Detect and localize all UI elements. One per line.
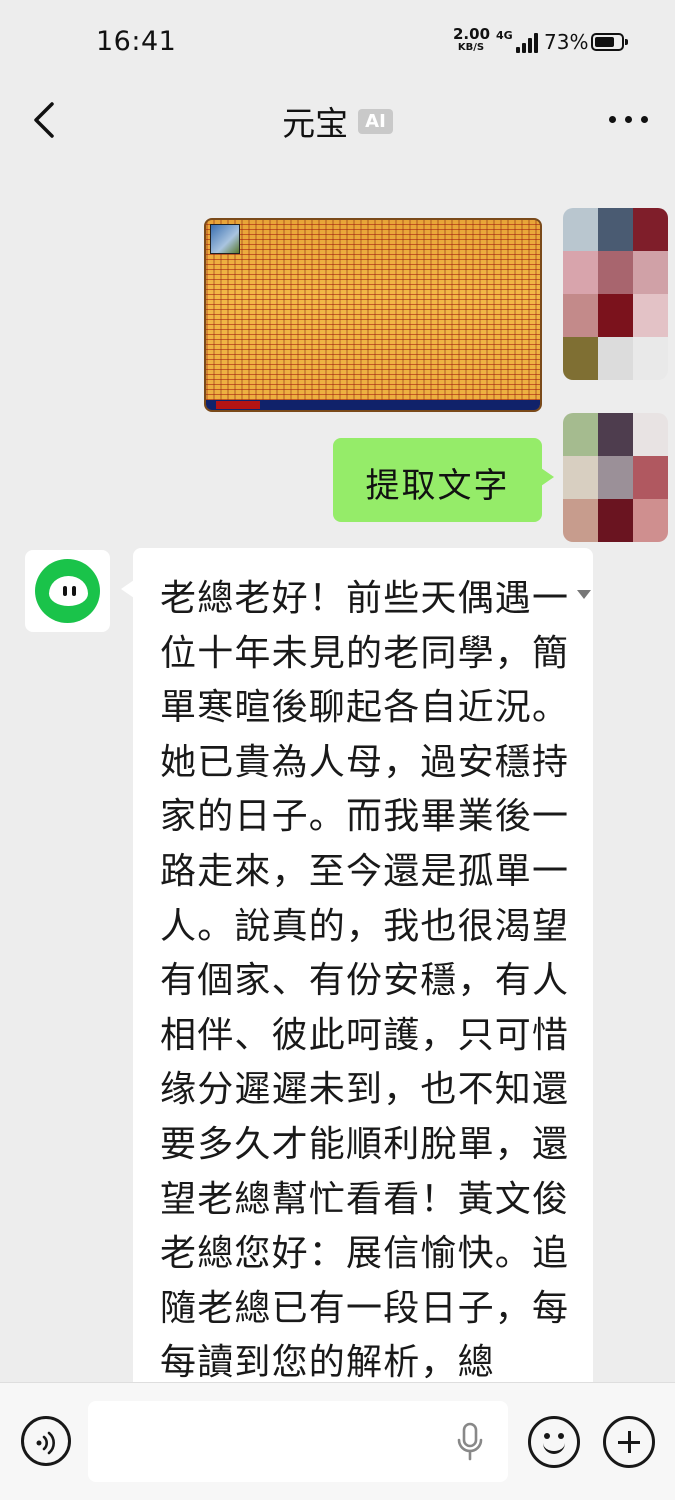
user-message-text: 提取文字 <box>365 466 510 506</box>
message-input[interactable] <box>88 1401 508 1482</box>
more-dots-icon <box>609 116 616 123</box>
microphone-icon[interactable] <box>454 1421 486 1463</box>
battery-icon <box>591 33 628 51</box>
more-button[interactable] <box>609 104 649 134</box>
bot-message-text: 老總老好！前些天偶遇一位十年未見的老同學，簡單寒暄後聊起各自近況。她已貴為人母，… <box>160 578 570 1382</box>
battery-percent: 73% <box>544 30 589 54</box>
chat-title-area: 元宝 AI <box>0 97 675 145</box>
input-bar <box>0 1382 675 1500</box>
bot-text-message[interactable]: 老總老好！前些天偶遇一位十年未見的老同學，簡單寒暄後聊起各自近況。她已貴為人母，… <box>121 548 593 1382</box>
voice-mode-icon <box>36 1431 55 1455</box>
image-thumbnail-icon <box>210 224 240 254</box>
yuanbao-logo-icon <box>35 559 100 623</box>
user-image-message[interactable] <box>204 218 542 412</box>
bot-avatar[interactable] <box>25 550 110 632</box>
status-time: 16:41 <box>96 26 177 57</box>
ai-badge: AI <box>358 108 393 134</box>
network-type: 4G <box>496 29 513 42</box>
user-text-message[interactable]: 提取文字 <box>333 438 554 522</box>
chat-screen: 16:41 2.00 KB/S 4G 73% 元宝 AI 提取文字 老總老好！前… <box>0 0 675 1500</box>
user-avatar[interactable] <box>563 413 668 542</box>
voice-mode-button[interactable] <box>21 1416 71 1466</box>
user-avatar[interactable] <box>563 208 668 380</box>
status-bar: 16:41 2.00 KB/S 4G 73% <box>0 0 675 84</box>
network-speed-unit: KB/S <box>457 42 485 53</box>
message-list[interactable]: 提取文字 老總老好！前些天偶遇一位十年未見的老同學，簡單寒暄後聊起各自近況。她已… <box>0 160 675 1382</box>
emoji-icon <box>544 1433 550 1439</box>
signal-icon: 4G <box>496 29 538 55</box>
chat-header: 元宝 AI <box>0 84 675 160</box>
plus-button[interactable] <box>603 1416 655 1468</box>
chat-title: 元宝 <box>282 104 349 143</box>
emoji-button[interactable] <box>528 1416 580 1468</box>
message-menu-icon[interactable] <box>577 590 591 599</box>
network-speed: 2.00 KB/S <box>453 25 491 54</box>
network-speed-value: 2.00 <box>453 25 491 43</box>
